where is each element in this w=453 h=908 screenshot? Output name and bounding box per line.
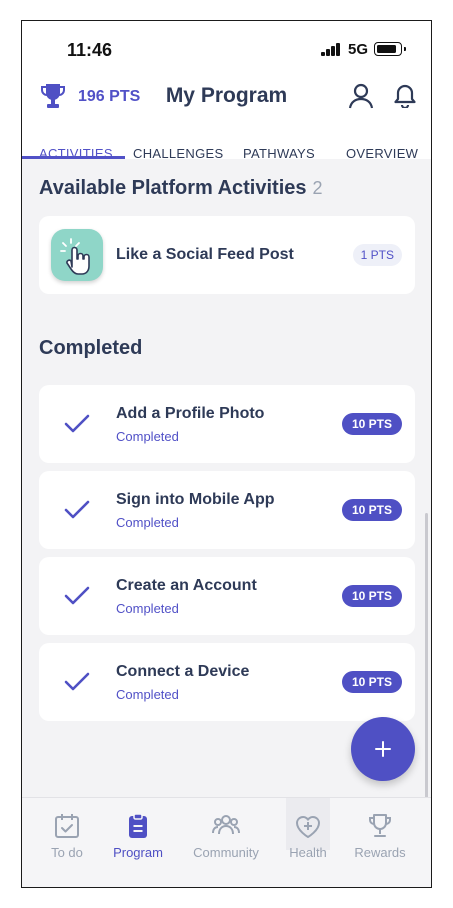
tab-bar: ACTIVITIES CHALLENGES PATHWAYS OVERVIEW xyxy=(22,131,431,161)
nav-health-label: Health xyxy=(289,845,327,860)
scrollbar[interactable] xyxy=(425,513,428,803)
community-icon xyxy=(212,815,240,835)
available-count: 2 xyxy=(312,178,323,198)
points-badge: 1 PTS xyxy=(352,244,402,266)
available-title-text: Available Platform Activities xyxy=(39,177,307,199)
completed-title: Connect a Device xyxy=(116,663,250,680)
check-icon xyxy=(64,586,90,605)
completed-status: Completed xyxy=(116,515,179,530)
nav-todo-label: To do xyxy=(51,845,83,860)
check-icon xyxy=(64,414,90,433)
completed-card[interactable]: Add a Profile Photo Completed 10 PTS xyxy=(39,385,415,463)
signal-icon xyxy=(321,43,341,56)
network-label: 5G xyxy=(348,41,369,58)
available-section-title: Available Platform Activities 2 xyxy=(39,177,323,200)
nav-health[interactable]: Health xyxy=(268,812,348,860)
app-header: 196 PTS My Program ACTIVITIES CHALLENGES… xyxy=(22,81,431,161)
status-bar: 11:46 5G xyxy=(22,21,431,81)
activity-title: Like a Social Feed Post xyxy=(116,246,294,263)
nav-rewards-label: Rewards xyxy=(354,845,406,860)
points-badge: 10 PTS xyxy=(342,499,402,521)
status-time: 11:46 xyxy=(67,40,113,60)
nav-rewards[interactable]: Rewards xyxy=(340,812,420,860)
phone-frame: 11:46 5G 196 PTS My Program ACTIVITIES C… xyxy=(21,20,432,888)
trophy-outline-icon xyxy=(369,814,391,837)
completed-card[interactable]: Create an Account Completed 10 PTS xyxy=(39,557,415,635)
completed-title: Sign into Mobile App xyxy=(116,491,275,508)
tab-pathways[interactable]: PATHWAYS xyxy=(243,146,315,161)
tab-challenges[interactable]: CHALLENGES xyxy=(133,146,223,161)
nav-community[interactable]: Community xyxy=(186,812,266,860)
check-icon xyxy=(64,672,90,691)
clipboard-icon xyxy=(129,813,147,838)
completed-status: Completed xyxy=(116,601,179,616)
completed-title: Add a Profile Photo xyxy=(116,405,265,422)
profile-icon[interactable] xyxy=(348,83,374,109)
tab-overview[interactable]: OVERVIEW xyxy=(346,146,418,161)
activity-card[interactable]: Like a Social Feed Post 1 PTS xyxy=(39,216,415,294)
bell-icon[interactable] xyxy=(394,84,416,108)
calendar-check-icon xyxy=(55,814,79,838)
completed-status: Completed xyxy=(116,429,179,444)
completed-section-title: Completed xyxy=(39,337,143,359)
points-badge: 10 PTS xyxy=(342,585,402,607)
active-tab-indicator xyxy=(22,156,125,159)
points-badge: 10 PTS xyxy=(342,413,402,435)
nav-community-label: Community xyxy=(193,845,259,860)
completed-status: Completed xyxy=(116,687,179,702)
completed-card[interactable]: Connect a Device Completed 10 PTS xyxy=(39,643,415,721)
tap-hand-icon xyxy=(51,229,103,281)
nav-program-label: Program xyxy=(113,845,163,860)
nav-program[interactable]: Program xyxy=(98,812,178,860)
nav-todo[interactable]: To do xyxy=(27,812,107,860)
points-badge: 10 PTS xyxy=(342,671,402,693)
heart-plus-icon xyxy=(296,816,320,838)
completed-title: Create an Account xyxy=(116,577,257,594)
battery-icon xyxy=(374,42,406,56)
check-icon xyxy=(64,500,90,519)
completed-card[interactable]: Sign into Mobile App Completed 10 PTS xyxy=(39,471,415,549)
add-button[interactable] xyxy=(351,717,415,781)
bottom-nav: To do Program Community Health Rewards xyxy=(22,797,431,887)
